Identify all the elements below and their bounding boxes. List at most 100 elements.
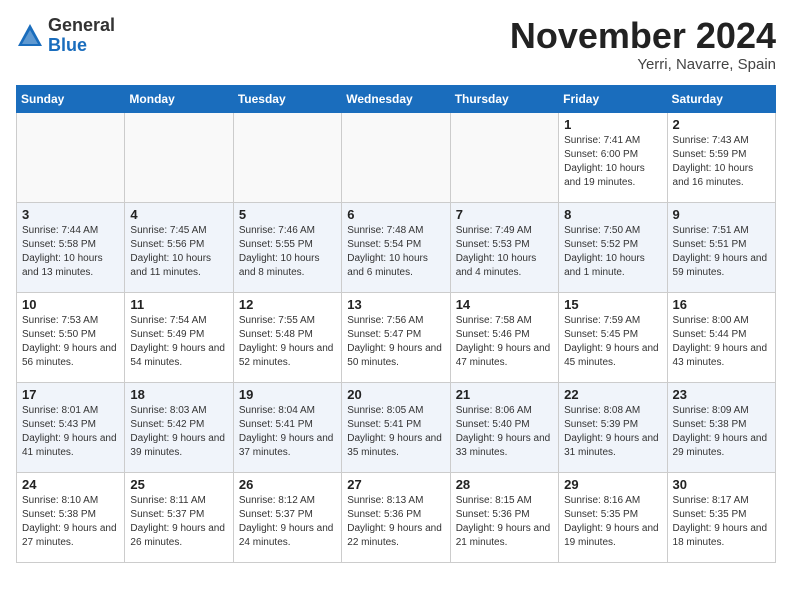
calendar-day-cell: 9 Sunrise: 7:51 AM Sunset: 5:51 PM Daylig… <box>667 202 775 292</box>
day-info: Sunrise: 7:45 AM Sunset: 5:56 PM Dayligh… <box>130 224 227 280</box>
day-info: Sunrise: 7:49 AM Sunset: 5:53 PM Dayligh… <box>456 224 553 280</box>
logo-blue-text: Blue <box>48 35 87 55</box>
weekday-header: Tuesday <box>233 85 341 112</box>
calendar-day-cell: 19 Sunrise: 8:04 AM Sunset: 5:41 PM Dayli… <box>233 382 341 472</box>
day-info: Sunrise: 8:05 AM Sunset: 5:41 PM Dayligh… <box>347 404 444 460</box>
day-info: Sunrise: 8:08 AM Sunset: 5:39 PM Dayligh… <box>564 404 661 460</box>
day-info: Sunrise: 8:17 AM Sunset: 5:35 PM Dayligh… <box>673 494 770 550</box>
day-number: 2 <box>673 117 770 132</box>
day-info: Sunrise: 8:03 AM Sunset: 5:42 PM Dayligh… <box>130 404 227 460</box>
day-number: 29 <box>564 477 661 492</box>
calendar-day-cell: 13 Sunrise: 7:56 AM Sunset: 5:47 PM Dayli… <box>342 292 450 382</box>
day-info: Sunrise: 8:12 AM Sunset: 5:37 PM Dayligh… <box>239 494 336 550</box>
calendar-day-cell: 27 Sunrise: 8:13 AM Sunset: 5:36 PM Dayli… <box>342 472 450 562</box>
day-number: 10 <box>22 297 119 312</box>
calendar-day-cell: 25Sunrise: 8:11 AM Sunset: 5:37 PM Dayli… <box>125 472 233 562</box>
day-number: 20 <box>347 387 444 402</box>
day-info: Sunrise: 7:56 AM Sunset: 5:47 PM Dayligh… <box>347 314 444 370</box>
calendar-day-cell: 16Sunrise: 8:00 AM Sunset: 5:44 PM Dayli… <box>667 292 775 382</box>
day-info: Sunrise: 7:58 AM Sunset: 5:46 PM Dayligh… <box>456 314 553 370</box>
day-info: Sunrise: 7:53 AM Sunset: 5:50 PM Dayligh… <box>22 314 119 370</box>
day-number: 24 <box>22 477 119 492</box>
month-title: November 2024 <box>510 16 776 56</box>
weekday-header: Thursday <box>450 85 558 112</box>
day-info: Sunrise: 7:51 AM Sunset: 5:51 PM Dayligh… <box>673 224 770 280</box>
calendar-header: SundayMondayTuesdayWednesdayThursdayFrid… <box>17 85 776 112</box>
day-info: Sunrise: 7:54 AM Sunset: 5:49 PM Dayligh… <box>130 314 227 370</box>
day-number: 1 <box>564 117 661 132</box>
calendar-day-cell: 30 Sunrise: 8:17 AM Sunset: 5:35 PM Dayli… <box>667 472 775 562</box>
calendar-week-row: 1 Sunrise: 7:41 AM Sunset: 6:00 PM Daylig… <box>17 112 776 202</box>
weekday-header: Sunday <box>17 85 125 112</box>
calendar-day-cell: 3 Sunrise: 7:44 AM Sunset: 5:58 PM Daylig… <box>17 202 125 292</box>
calendar-table: SundayMondayTuesdayWednesdayThursdayFrid… <box>16 85 776 563</box>
day-number: 26 <box>239 477 336 492</box>
calendar-day-cell: 29Sunrise: 8:16 AM Sunset: 5:35 PM Dayli… <box>559 472 667 562</box>
day-number: 9 <box>673 207 770 222</box>
day-info: Sunrise: 8:15 AM Sunset: 5:36 PM Dayligh… <box>456 494 553 550</box>
day-info: Sunrise: 8:01 AM Sunset: 5:43 PM Dayligh… <box>22 404 119 460</box>
day-number: 4 <box>130 207 227 222</box>
calendar-day-cell: 11 Sunrise: 7:54 AM Sunset: 5:49 PM Dayli… <box>125 292 233 382</box>
calendar-day-cell: 21 Sunrise: 8:06 AM Sunset: 5:40 PM Dayli… <box>450 382 558 472</box>
day-number: 21 <box>456 387 553 402</box>
page-header: General Blue November 2024 Yerri, Navarr… <box>16 16 776 73</box>
day-info: Sunrise: 8:13 AM Sunset: 5:36 PM Dayligh… <box>347 494 444 550</box>
calendar-day-cell: 7Sunrise: 7:49 AM Sunset: 5:53 PM Daylig… <box>450 202 558 292</box>
day-info: Sunrise: 8:04 AM Sunset: 5:41 PM Dayligh… <box>239 404 336 460</box>
day-number: 8 <box>564 207 661 222</box>
day-number: 23 <box>673 387 770 402</box>
calendar-day-cell: 24 Sunrise: 8:10 AM Sunset: 5:38 PM Dayli… <box>17 472 125 562</box>
location-text: Yerri, Navarre, Spain <box>510 56 776 73</box>
day-number: 30 <box>673 477 770 492</box>
calendar-day-cell: 20 Sunrise: 8:05 AM Sunset: 5:41 PM Dayli… <box>342 382 450 472</box>
day-number: 22 <box>564 387 661 402</box>
day-number: 28 <box>456 477 553 492</box>
day-number: 11 <box>130 297 227 312</box>
title-block: November 2024 Yerri, Navarre, Spain <box>510 16 776 73</box>
logo-general-text: General <box>48 15 115 35</box>
calendar-week-row: 17Sunrise: 8:01 AM Sunset: 5:43 PM Dayli… <box>17 382 776 472</box>
calendar-day-cell: 18 Sunrise: 8:03 AM Sunset: 5:42 PM Dayli… <box>125 382 233 472</box>
day-number: 13 <box>347 297 444 312</box>
calendar-day-cell: 12 Sunrise: 7:55 AM Sunset: 5:48 PM Dayli… <box>233 292 341 382</box>
day-number: 12 <box>239 297 336 312</box>
day-number: 3 <box>22 207 119 222</box>
day-number: 25 <box>130 477 227 492</box>
day-number: 5 <box>239 207 336 222</box>
calendar-day-cell: 10 Sunrise: 7:53 AM Sunset: 5:50 PM Dayli… <box>17 292 125 382</box>
logo-icon <box>16 22 44 50</box>
day-info: Sunrise: 8:10 AM Sunset: 5:38 PM Dayligh… <box>22 494 119 550</box>
calendar-day-cell: 14Sunrise: 7:58 AM Sunset: 5:46 PM Dayli… <box>450 292 558 382</box>
calendar-week-row: 10 Sunrise: 7:53 AM Sunset: 5:50 PM Dayli… <box>17 292 776 382</box>
calendar-day-cell: 23 Sunrise: 8:09 AM Sunset: 5:38 PM Dayli… <box>667 382 775 472</box>
calendar-day-cell: 1 Sunrise: 7:41 AM Sunset: 6:00 PM Daylig… <box>559 112 667 202</box>
calendar-day-cell <box>342 112 450 202</box>
calendar-day-cell <box>450 112 558 202</box>
day-info: Sunrise: 7:55 AM Sunset: 5:48 PM Dayligh… <box>239 314 336 370</box>
calendar-day-cell: 5Sunrise: 7:46 AM Sunset: 5:55 PM Daylig… <box>233 202 341 292</box>
day-info: Sunrise: 7:44 AM Sunset: 5:58 PM Dayligh… <box>22 224 119 280</box>
calendar-week-row: 3 Sunrise: 7:44 AM Sunset: 5:58 PM Daylig… <box>17 202 776 292</box>
weekday-header: Friday <box>559 85 667 112</box>
calendar-day-cell: 6Sunrise: 7:48 AM Sunset: 5:54 PM Daylig… <box>342 202 450 292</box>
day-info: Sunrise: 8:06 AM Sunset: 5:40 PM Dayligh… <box>456 404 553 460</box>
day-number: 18 <box>130 387 227 402</box>
calendar-week-row: 24 Sunrise: 8:10 AM Sunset: 5:38 PM Dayli… <box>17 472 776 562</box>
calendar-day-cell <box>125 112 233 202</box>
calendar-day-cell: 26 Sunrise: 8:12 AM Sunset: 5:37 PM Dayli… <box>233 472 341 562</box>
day-number: 16 <box>673 297 770 312</box>
day-number: 6 <box>347 207 444 222</box>
calendar-day-cell: 22 Sunrise: 8:08 AM Sunset: 5:39 PM Dayli… <box>559 382 667 472</box>
day-info: Sunrise: 7:41 AM Sunset: 6:00 PM Dayligh… <box>564 134 661 190</box>
weekday-header: Wednesday <box>342 85 450 112</box>
calendar-day-cell: 4 Sunrise: 7:45 AM Sunset: 5:56 PM Daylig… <box>125 202 233 292</box>
calendar-day-cell: 17Sunrise: 8:01 AM Sunset: 5:43 PM Dayli… <box>17 382 125 472</box>
day-info: Sunrise: 8:09 AM Sunset: 5:38 PM Dayligh… <box>673 404 770 460</box>
day-info: Sunrise: 7:43 AM Sunset: 5:59 PM Dayligh… <box>673 134 770 190</box>
day-number: 19 <box>239 387 336 402</box>
calendar-day-cell: 2 Sunrise: 7:43 AM Sunset: 5:59 PM Daylig… <box>667 112 775 202</box>
calendar-day-cell: 28 Sunrise: 8:15 AM Sunset: 5:36 PM Dayli… <box>450 472 558 562</box>
day-number: 27 <box>347 477 444 492</box>
day-info: Sunrise: 7:50 AM Sunset: 5:52 PM Dayligh… <box>564 224 661 280</box>
